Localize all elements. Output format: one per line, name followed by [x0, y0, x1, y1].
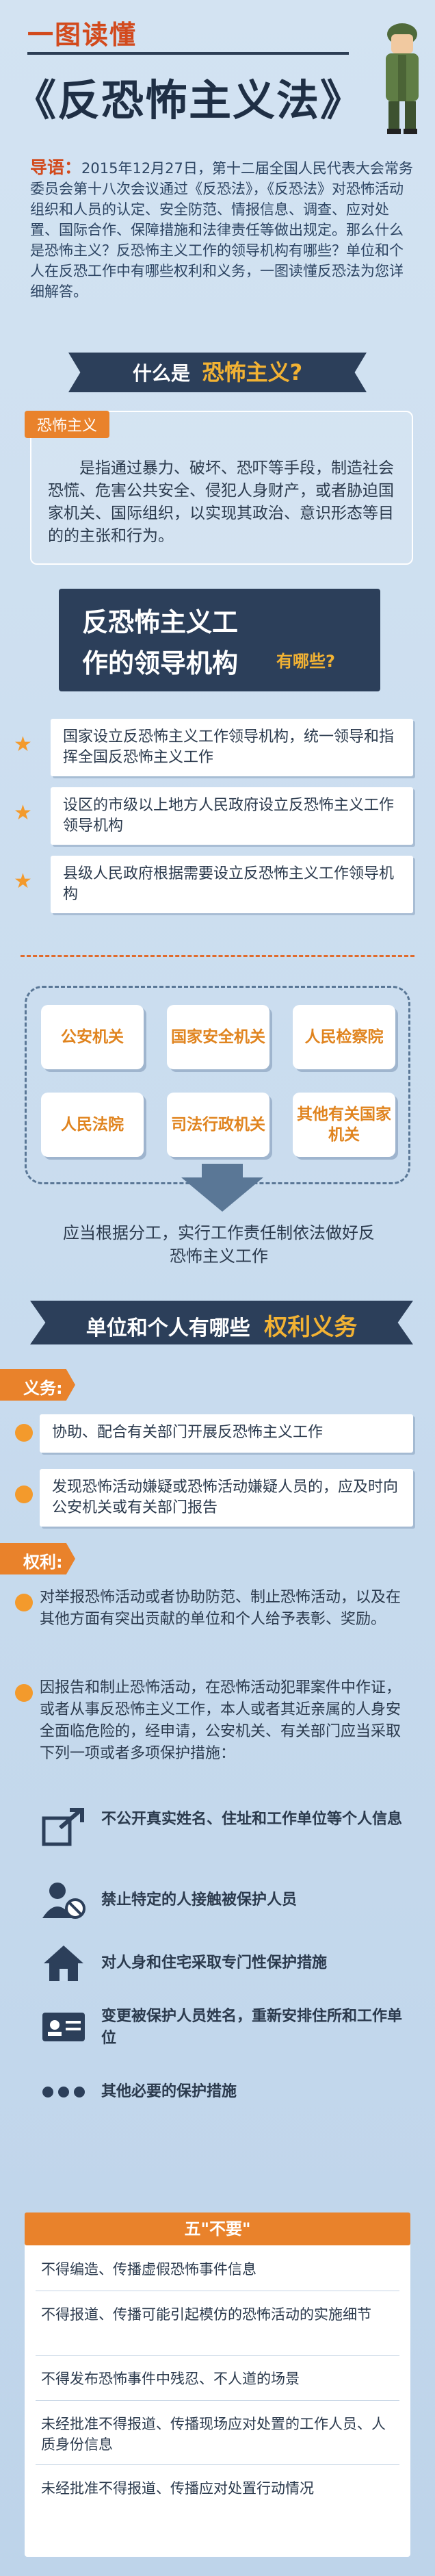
leadership-item: 设区的市级以上地方人民政府设立反恐怖主义工作领导机构 [51, 787, 413, 845]
down-arrow-icon [181, 1177, 263, 1212]
section-divider [21, 955, 414, 957]
leadership-title-line2: 作的领导机构 [82, 648, 239, 678]
definition-header-highlight: 恐怖主义? [202, 359, 303, 385]
five-nots-divider [36, 2355, 399, 2356]
id-card-icon [42, 2013, 85, 2041]
leadership-note: 应当根据分工，实行工作责任制依法做好反恐怖主义工作 [63, 1223, 375, 1266]
org-card: 公安机关 [41, 1005, 144, 1069]
protection-item: 变更被保护人员姓名，重新安排住所和工作单位 [101, 2008, 403, 2047]
soldier-illustration-icon [386, 23, 419, 134]
protection-item: 不公开真实姓名、住址和工作单位等个人信息 [101, 1811, 403, 1828]
law-title: 《反恐怖主义法》 [14, 75, 365, 125]
definition-header: 什么是 恐怖主义? [68, 353, 367, 392]
five-nots-title: 五"不要" [25, 2212, 410, 2245]
rights-header-highlight: 权利义务 [264, 1314, 358, 1341]
five-nots-item: 不得编造、传播虚假恐怖事件信息 [41, 2261, 256, 2278]
five-nots-item: 未经批准不得报道、传播应对处置行动情况 [41, 2480, 314, 2497]
rights-header-prefix: 单位和个人有哪些 [85, 1316, 250, 1340]
star-icon: ★ [14, 732, 32, 756]
definition-text: 是指通过暴力、破坏、恐吓等手段，制造社会恐慌、危害公共安全、侵犯人身财产，或者胁… [48, 459, 394, 545]
share-export-icon [42, 1808, 84, 1846]
bullet-dot-icon [15, 1485, 33, 1503]
leadership-item: 县级人民政府根据需要设立反恐怖主义工作领导机构 [51, 856, 413, 913]
infographic-page: 一图读懂 《反恐怖主义法》 导语：2015年12月27日，第十二届全国人民代表大… [0, 0, 435, 2576]
person-ban-icon [42, 1883, 85, 1919]
star-icon: ★ [14, 801, 32, 825]
five-nots-item: 不得发布恐怖事件中残忍、不人道的场景 [41, 2371, 300, 2387]
protection-item: 对人身和住宅采取专门性保护措施 [101, 1954, 328, 1972]
right-item: 因报告和制止恐怖活动，在恐怖活动犯罪案件中作证，或者从事反恐怖主义工作，本人或者… [40, 1679, 401, 1762]
protection-item: 其他必要的保护措施 [101, 2083, 237, 2100]
leadership-title-question: 有哪些? [276, 652, 335, 671]
more-dots-icon [42, 2087, 85, 2097]
title-divider [27, 52, 349, 55]
intro-label: 导语： [30, 157, 82, 177]
protection-item: 禁止特定的人接触被保护人员 [101, 1891, 298, 1909]
definition-tag: 恐怖主义 [25, 411, 110, 438]
five-nots-box [25, 2235, 410, 2557]
right-tag: 权利: [0, 1543, 75, 1574]
bullet-dot-icon [15, 1594, 33, 1611]
org-card: 司法行政机关 [167, 1093, 269, 1157]
org-card: 国家安全机关 [167, 1005, 269, 1069]
leadership-title-line1: 反恐怖主义工 [82, 607, 239, 637]
org-card: 人民法院 [41, 1093, 144, 1157]
definition-header-prefix: 什么是 [132, 362, 190, 385]
five-nots-item: 未经批准不得报道、传播现场应对处置的工作人员、人质身份信息 [41, 2416, 386, 2453]
duty-item: 发现恐怖活动嫌疑或恐怖活动嫌疑人员的，应及时向公安机关或有关部门报告 [40, 1469, 413, 1527]
duty-item: 协助、配合有关部门开展反恐怖主义工作 [40, 1414, 413, 1453]
five-nots-divider [36, 2464, 399, 2465]
intro-paragraph: 导语：2015年12月27日，第十二届全国人民代表大会常务委员会第十八次会议通过… [30, 157, 413, 302]
org-card: 人民检察院 [293, 1005, 395, 1069]
bullet-dot-icon [15, 1684, 33, 1702]
duty-tag: 义务: [0, 1369, 75, 1401]
right-item: 对举报恐怖活动或者协助防范、制止恐怖活动，以及在其他方面有突出贡献的单位和个人给… [40, 1589, 401, 1628]
intro-text: 2015年12月27日，第十二届全国人民代表大会常务委员会第十八次会议通过《反恐… [30, 160, 413, 300]
bullet-dot-icon [15, 1424, 33, 1442]
star-icon: ★ [14, 869, 32, 893]
org-card: 其他有关国家机关 [293, 1093, 395, 1157]
leadership-item: 国家设立反恐怖主义工作领导机构，统一领导和指挥全国反恐怖主义工作 [51, 719, 413, 776]
house-icon [44, 1946, 83, 1981]
rights-header-text: 单位和个人有哪些 权利义务 [30, 1308, 413, 1342]
five-nots-item: 不得报道、传播可能引起模仿的恐怖活动的实施细节 [41, 2306, 371, 2323]
brand-title: 一图读懂 [27, 20, 137, 50]
five-nots-divider [36, 2400, 399, 2401]
